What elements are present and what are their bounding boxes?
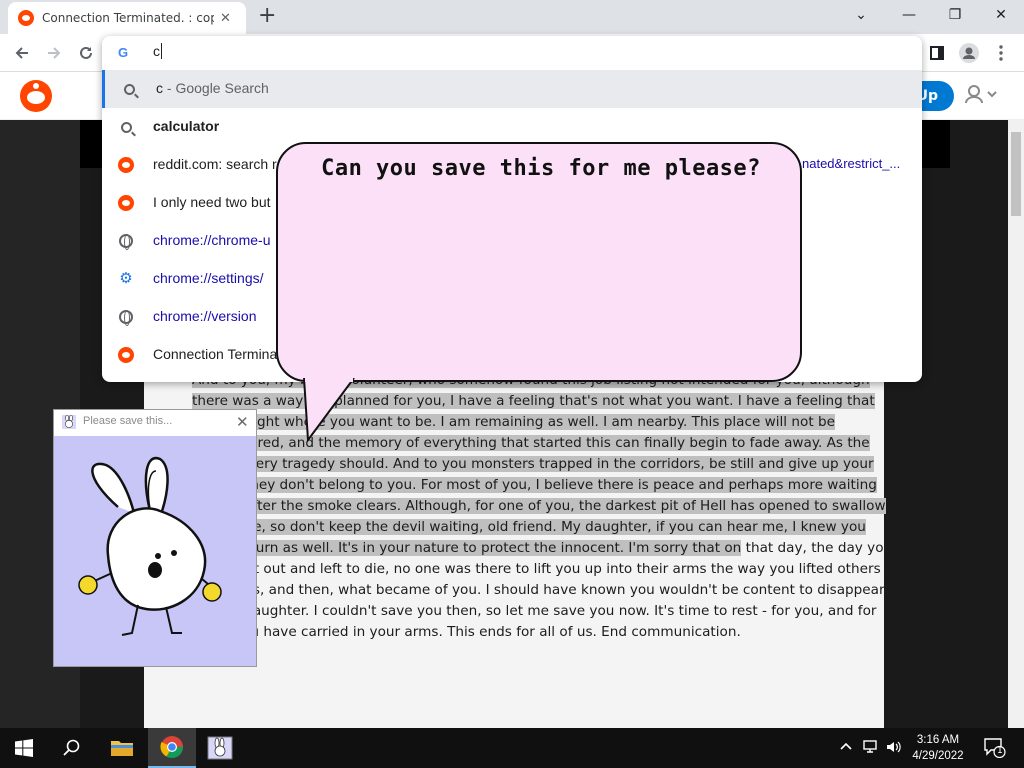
globe-icon <box>118 309 134 326</box>
post-text-line: you are right where you want to be. I am… <box>192 414 835 430</box>
search-icon <box>118 119 134 135</box>
suggestion-label: reddit.com: search r <box>153 156 277 172</box>
address-input[interactable]: c <box>153 43 162 59</box>
forward-button[interactable] <box>43 42 65 64</box>
show-hidden-icons-icon[interactable] <box>840 740 852 755</box>
post-text-line: not my daughter. I couldn't save you the… <box>192 603 877 619</box>
windows-taskbar: 3:16 AM 4/29/2022 1 <box>0 728 1024 768</box>
restore-button[interactable]: ❐ <box>932 0 978 30</box>
action-center-button[interactable]: 1 <box>984 738 1006 762</box>
post-text-line: into yours, and then, what became of you… <box>192 582 889 598</box>
globe-icon <box>118 233 134 250</box>
scrollbar-thumb[interactable] <box>1011 132 1021 216</box>
speech-bubble-tail <box>303 378 355 443</box>
bunny-illustration <box>78 456 222 636</box>
page-scrollbar[interactable] <box>1008 120 1024 728</box>
post-text-line: would return as well. It's in your natur… <box>192 540 893 556</box>
side-panel-icon[interactable] <box>926 42 948 64</box>
reddit-icon <box>118 157 134 173</box>
browser-tab[interactable]: Connection Terminated. : copype ✕ <box>8 2 246 34</box>
post-text-line: spirits. They don't belong to you. For m… <box>192 477 877 493</box>
post-text-line: remembered, and the memory of everything… <box>192 435 870 451</box>
popup-window[interactable]: Please save this... ✕ <box>53 409 257 667</box>
google-g-icon: G <box>118 45 129 60</box>
minimize-button[interactable]: — <box>886 0 932 30</box>
tab-search-icon[interactable]: ⌄ <box>838 0 884 30</box>
close-window-button[interactable]: ✕ <box>978 0 1024 30</box>
search-icon <box>121 81 137 97</box>
new-tab-button[interactable]: + <box>258 4 276 28</box>
reddit-favicon-icon <box>18 10 34 26</box>
clock-date: 4/29/2022 <box>912 750 964 762</box>
taskbar-clock[interactable]: 3:16 AM 4/29/2022 <box>906 732 970 764</box>
reddit-icon <box>118 195 134 211</box>
network-icon[interactable] <box>862 740 880 758</box>
reload-button[interactable] <box>75 42 97 64</box>
forward-arrow-icon <box>48 47 61 59</box>
start-button[interactable] <box>0 728 48 768</box>
tab-strip: Connection Terminated. : copype ✕ + ⌄ — … <box>0 0 1024 34</box>
user-menu-icon[interactable] <box>964 84 998 108</box>
suggestion-label: Connection Termina <box>153 346 278 362</box>
suggestion-label: c - Google Search <box>156 80 269 96</box>
back-arrow-icon <box>15 47 28 59</box>
post-text-line: you whole, so don't keep the devil waiti… <box>192 519 866 535</box>
suggestion-label: chrome://version <box>153 308 257 324</box>
post-text-line: for you after the smoke clears. Although… <box>192 498 886 514</box>
windows-logo-icon <box>15 739 33 757</box>
reddit-logo-icon[interactable] <box>20 80 52 112</box>
clock-time: 3:16 AM <box>916 734 960 746</box>
profile-icon[interactable] <box>958 42 980 64</box>
popup-titlebar[interactable]: Please save this... ✕ <box>54 410 256 436</box>
popup-close-icon[interactable]: ✕ <box>236 413 249 431</box>
chrome-taskbar-icon[interactable] <box>148 728 196 768</box>
file-explorer-icon[interactable] <box>98 728 146 768</box>
post-text-line: were shut out and left to die, no one wa… <box>192 561 881 577</box>
omnibox-suggestion[interactable]: c - Google Search <box>102 70 922 108</box>
menu-kebab-icon[interactable] <box>990 42 1012 64</box>
suggestion-label: calculator <box>153 118 220 134</box>
post-text-line: end of every tragedy should. And to you … <box>192 456 874 472</box>
speech-bubble: Can you save this for me please? <box>276 142 802 382</box>
gear-icon: ⚙ <box>119 270 133 287</box>
reload-icon <box>80 46 92 59</box>
taskbar-search-icon[interactable] <box>48 728 96 768</box>
suggestion-label: chrome://settings/ <box>153 270 264 286</box>
notification-count: 1 <box>997 746 1003 756</box>
post-text-line: those you have carried in your arms. Thi… <box>192 624 741 640</box>
bunny-app-icon <box>62 415 76 429</box>
speech-bubble-text: Can you save this for me please? <box>321 156 761 181</box>
address-bar[interactable]: G c <box>102 36 922 70</box>
volume-icon[interactable] <box>886 740 902 758</box>
reddit-icon <box>118 347 134 363</box>
popup-title: Please save this... <box>83 415 173 427</box>
close-tab-icon[interactable]: ✕ <box>220 11 231 26</box>
back-button[interactable] <box>11 42 33 64</box>
suggestion-url: nated&restrict_... <box>802 156 901 171</box>
post-text-line: there was a way out planned for you, I h… <box>192 393 875 409</box>
tab-title: Connection Terminated. : copype <box>42 11 214 25</box>
suggestion-label: I only need two but <box>153 194 271 210</box>
suggestion-label: chrome://chrome-u <box>153 232 271 248</box>
omnibox-suggestion[interactable]: calculator <box>102 108 922 146</box>
bunny-taskbar-icon[interactable] <box>196 728 244 768</box>
